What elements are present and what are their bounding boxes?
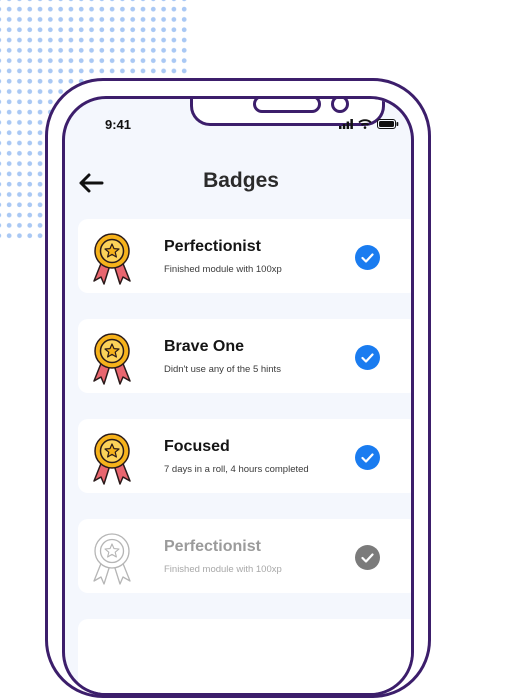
check-icon <box>355 245 380 270</box>
badge-card-partial[interactable] <box>78 619 411 693</box>
gold-medal-icon <box>93 233 131 285</box>
check-icon <box>355 545 380 570</box>
gold-medal-icon <box>93 433 131 485</box>
badge-card-focused[interactable]: Focused 7 days in a roll, 4 hours comple… <box>78 419 411 493</box>
phone-screen: 9:41 Badges Perfectionist Finished modul… <box>62 96 414 696</box>
check-icon <box>355 345 380 370</box>
outline-medal-icon <box>93 533 131 585</box>
badge-name: Perfectionist <box>164 238 261 255</box>
page-title: Badges <box>203 169 279 192</box>
cellular-signal-icon <box>339 119 353 129</box>
badge-card-perfectionist[interactable]: Perfectionist Finished module with 100xp <box>78 219 411 293</box>
status-time: 9:41 <box>105 117 132 132</box>
badge-card-brave-one[interactable]: Brave One Didn't use any of the 5 hints <box>78 319 411 393</box>
wifi-icon <box>358 119 372 129</box>
check-icon <box>355 445 380 470</box>
badge-description: Finished module with 100xp <box>164 564 282 575</box>
speaker-grille <box>253 99 321 113</box>
badge-name: Perfectionist <box>164 538 261 555</box>
badge-description: Didn't use any of the 5 hints <box>164 364 281 375</box>
badge-name: Focused <box>164 438 230 455</box>
status-icons <box>339 119 399 129</box>
battery-icon <box>377 119 399 129</box>
front-camera <box>331 99 349 113</box>
badge-description: Finished module with 100xp <box>164 264 282 275</box>
gold-medal-icon <box>93 333 131 385</box>
badge-description: 7 days in a roll, 4 hours completed <box>164 464 309 475</box>
badge-card-perfectionist-locked[interactable]: Perfectionist Finished module with 100xp <box>78 519 411 593</box>
badge-name: Brave One <box>164 338 245 355</box>
